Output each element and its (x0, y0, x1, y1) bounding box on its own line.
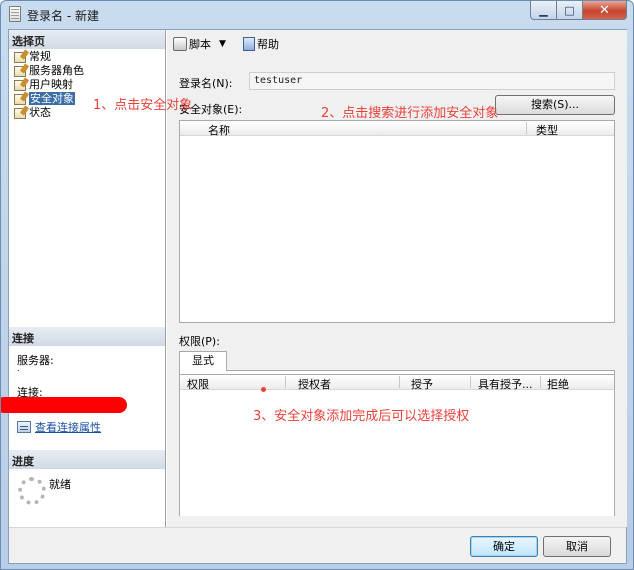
ok-button[interactable]: 确定 (470, 536, 538, 557)
server-value: . (17, 364, 20, 373)
view-connection-properties-link[interactable]: 查看连接属性 (17, 419, 101, 435)
toolbar: 脚本 ▼ 帮助 (167, 30, 627, 56)
page-icon (14, 108, 26, 119)
annotation-step-3: 3、安全对象添加完成后可以选择授权 (253, 409, 470, 424)
script-icon (173, 37, 187, 51)
select-page-header: 选择页 (9, 30, 165, 49)
page-item-securables[interactable]: 安全对象 (12, 92, 84, 106)
page-list: 常规 服务器角色 用户映射 安全对象 状态 (12, 50, 84, 120)
column-header-grant[interactable]: 授予 (411, 376, 433, 392)
progress-status: 就绪 (49, 478, 71, 491)
page-icon (14, 94, 26, 105)
column-header-with-grant[interactable]: 具有授予... (478, 376, 540, 392)
column-separator (399, 376, 400, 388)
login-name-label: 登录名(N): (179, 77, 233, 90)
column-header-permission[interactable]: 权限 (187, 376, 209, 392)
page-item-user-mapping[interactable]: 用户映射 (12, 78, 84, 92)
window-title: 登录名 - 新建 (27, 9, 99, 23)
column-header-deny[interactable]: 拒绝 (547, 376, 569, 392)
column-separator (540, 376, 541, 388)
column-separator (470, 376, 471, 388)
window-controls: ▁ □ ✕ (530, 1, 627, 21)
connection-header: 连接 (9, 327, 165, 346)
permissions-label: 权限(P): (179, 335, 220, 348)
permissions-panel: 权限 授权者 授予 具有授予... 拒绝 (179, 370, 615, 516)
login-new-dialog: 登录名 - 新建 ▁ □ ✕ 选择页 常规 服务器角色 用户映射 安全对象 状态… (0, 0, 634, 570)
permissions-grid-header: 权限 授权者 授予 具有授予... 拒绝 (180, 375, 614, 392)
document-icon (9, 6, 21, 22)
annotation-step-1: 1、点击安全对象 (93, 98, 193, 113)
page-item-label: 服务器角色 (29, 64, 84, 77)
page-item-label: 常规 (29, 50, 51, 63)
page-icon (14, 66, 26, 77)
tab-explicit[interactable]: 显式 (179, 351, 227, 371)
redaction-mark (1, 397, 127, 413)
securables-grid-header: 名称 类型 (180, 121, 614, 138)
annotation-step-2: 2、点击搜索进行添加安全对象 (321, 106, 499, 121)
progress-spinner-icon (18, 477, 46, 505)
cancel-button[interactable]: 取消 (543, 536, 611, 557)
permissions-grid[interactable]: 权限 授权者 授予 具有授予... 拒绝 (180, 374, 614, 516)
help-button[interactable]: 帮助 (243, 36, 279, 52)
title-bar[interactable]: 登录名 - 新建 ▁ □ ✕ (1, 1, 633, 29)
server-label: 服务器: (17, 354, 54, 367)
column-header-grantor[interactable]: 授权者 (298, 376, 331, 392)
help-label: 帮助 (257, 38, 279, 51)
dialog-footer: 确定 取消 (9, 527, 626, 563)
page-icon (14, 52, 26, 63)
column-header-type[interactable]: 类型 (536, 122, 558, 138)
column-separator (285, 376, 286, 388)
page-item-server-roles[interactable]: 服务器角色 (12, 64, 84, 78)
maximize-button[interactable]: □ (557, 1, 583, 20)
page-item-label: 用户映射 (29, 78, 73, 91)
securables-grid[interactable]: 名称 类型 (179, 120, 615, 323)
search-button[interactable]: 搜索(S)... (495, 95, 615, 115)
page-item-status[interactable]: 状态 (12, 106, 84, 120)
page-icon (14, 80, 26, 91)
annotation-dot (261, 387, 266, 392)
script-label: 脚本 (189, 38, 211, 51)
page-item-label: 状态 (29, 106, 51, 119)
page-item-label: 安全对象 (29, 92, 75, 105)
minimize-button[interactable]: ▁ (530, 1, 557, 20)
properties-icon (17, 421, 31, 433)
login-name-field[interactable]: testuser (249, 72, 615, 90)
page-item-general[interactable]: 常规 (12, 50, 84, 64)
view-connection-properties-text[interactable]: 查看连接属性 (35, 419, 101, 435)
column-separator (526, 122, 527, 134)
progress-header: 进度 (9, 450, 165, 469)
script-button[interactable]: 脚本 ▼ (173, 36, 226, 52)
column-header-name[interactable]: 名称 (208, 122, 230, 138)
close-button[interactable]: ✕ (583, 1, 627, 20)
chevron-down-icon[interactable]: ▼ (219, 39, 226, 49)
help-icon (243, 37, 255, 51)
dialog-client-area: 选择页 常规 服务器角色 用户映射 安全对象 状态 连接 服务器: . 连接: … (1, 29, 627, 564)
